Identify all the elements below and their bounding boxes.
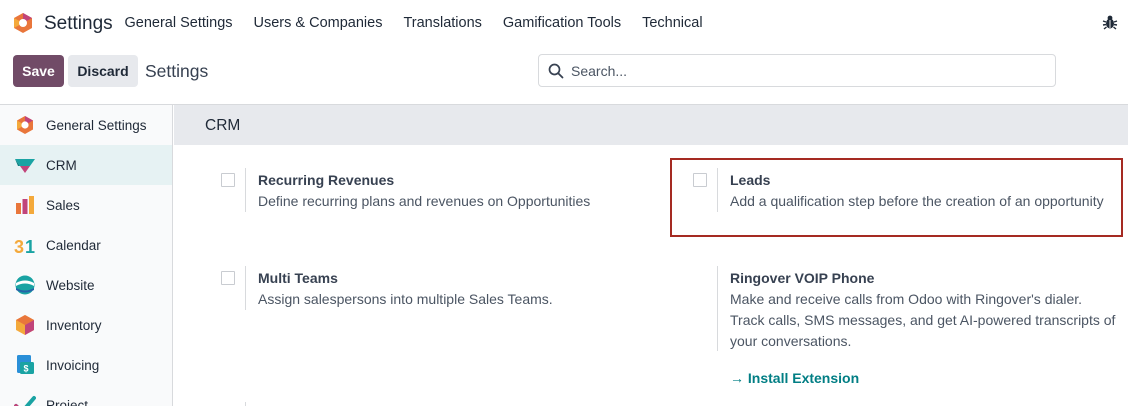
sidebar-item-label: Website <box>46 277 95 293</box>
discard-button[interactable]: Discard <box>68 55 138 87</box>
recurring-revenues-checkbox[interactable] <box>221 173 235 187</box>
sidebar-item-website[interactable]: Website <box>0 265 172 305</box>
setting-description: Assign salespersons into multiple Sales … <box>258 291 553 307</box>
website-icon <box>15 275 35 295</box>
setting-divider <box>245 402 246 406</box>
odoo-logo-icon <box>17 116 33 134</box>
setting-divider <box>717 266 718 351</box>
search-input[interactable] <box>571 55 1041 86</box>
calendar-icon: 3 1 <box>14 237 35 256</box>
search-icon <box>548 63 564 79</box>
svg-text:3: 3 <box>14 237 24 256</box>
setting-divider <box>245 266 246 310</box>
sidebar-item-label: CRM <box>46 157 77 173</box>
setting-divider <box>717 168 718 212</box>
sidebar-item-sales[interactable]: Sales <box>0 185 172 225</box>
svg-text:$: $ <box>24 364 29 374</box>
project-icon <box>14 396 36 406</box>
sidebar-item-calendar[interactable]: 3 1 Calendar <box>0 225 172 265</box>
app-name[interactable]: Settings <box>44 13 113 35</box>
main-menu: General Settings Users & Companies Trans… <box>114 0 713 46</box>
sidebar-item-label: Invoicing <box>46 357 100 373</box>
save-button[interactable]: Save <box>13 55 64 87</box>
sidebar-item-project[interactable]: Project <box>0 385 172 406</box>
setting-title: Leads <box>730 172 771 188</box>
setting-divider <box>245 168 246 212</box>
setting-title: Multi Teams <box>258 270 338 286</box>
setting-title: Recurring Revenues <box>258 172 395 188</box>
leads-checkbox[interactable] <box>693 173 707 187</box>
sales-icon <box>16 196 34 214</box>
sidebar-item-label: Project <box>46 397 89 406</box>
crm-icon <box>15 159 35 173</box>
menu-users-companies[interactable]: Users & Companies <box>243 15 393 31</box>
top-navbar: Settings General Settings Users & Compan… <box>0 0 1128 46</box>
inventory-icon <box>16 315 34 335</box>
sidebar-item-label: General Settings <box>46 117 147 133</box>
setting-description: Define recurring plans and revenues on O… <box>258 193 591 209</box>
sidebar-item-label: Inventory <box>46 317 102 333</box>
install-extension-link[interactable]: → Install Extension <box>730 370 859 386</box>
menu-general-settings[interactable]: General Settings <box>114 15 243 31</box>
multi-teams-checkbox[interactable] <box>221 271 235 285</box>
bug-icon[interactable] <box>1102 14 1118 30</box>
search-box[interactable] <box>538 54 1056 87</box>
svg-text:1: 1 <box>25 237 35 256</box>
section-header: CRM <box>174 105 1128 145</box>
setting-title: Ringover VOIP Phone <box>730 270 875 286</box>
invoicing-icon: $ <box>17 355 34 374</box>
setting-description: Add a qualification step before the crea… <box>730 193 1104 209</box>
sidebar-item-inventory[interactable]: Inventory <box>0 305 172 345</box>
sidebar-item-label: Calendar <box>46 237 101 253</box>
section-title: CRM <box>205 117 241 134</box>
breadcrumb: Settings <box>145 61 209 81</box>
setting-description: Make and receive calls from Odoo with Ri… <box>730 291 1116 349</box>
sidebar-item-crm[interactable]: CRM <box>0 145 172 185</box>
odoo-logo-icon[interactable] <box>12 12 34 34</box>
menu-technical[interactable]: Technical <box>632 15 713 31</box>
sidebar-item-label: Sales <box>46 197 80 213</box>
sidebar-item-general-settings[interactable]: General Settings <box>0 105 172 145</box>
settings-sidebar: General Settings CRM Sales 3 1 Calendar … <box>0 105 173 406</box>
sidebar-item-invoicing[interactable]: $ Invoicing <box>0 345 172 385</box>
menu-gamification-tools[interactable]: Gamification Tools <box>492 15 631 31</box>
menu-translations[interactable]: Translations <box>393 15 492 31</box>
